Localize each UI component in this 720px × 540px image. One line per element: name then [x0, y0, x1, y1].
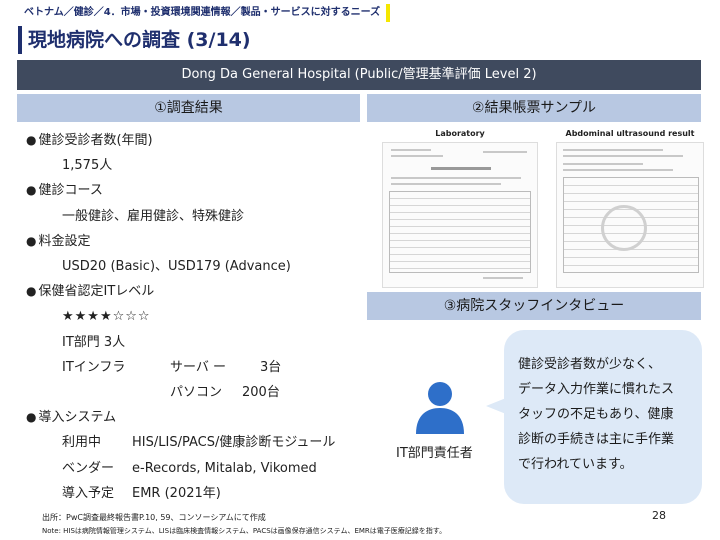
bullet-systems: ● 導入システム [26, 405, 366, 430]
infra-server-row: ITインフラ サーバ ー 3台 [26, 355, 366, 380]
page-number: 28 [652, 509, 666, 522]
patients-value: 1,575人 [62, 158, 113, 174]
quote-line: データ入力作業に慣れたス [518, 382, 675, 397]
systems-label: 導入システム [38, 410, 117, 426]
planned-value: EMR (2021年) [132, 485, 221, 501]
pc-value: 200台 [242, 385, 280, 401]
page-title: 現地病院への調査 (3/14) [28, 29, 251, 51]
patients-label: 健診受診者数(年間) [38, 133, 153, 148]
course-value: 一般健診、雇用健診、特殊健診 [62, 208, 245, 224]
lab-report-sample: Laboratory [382, 128, 538, 292]
bullet-course: ● 健診コース [26, 178, 366, 203]
bullet-price: ● 料金設定 [26, 229, 366, 254]
bullet-dot: ● [26, 233, 37, 248]
planned-row: 導入予定 EMR (2021年) [26, 481, 366, 506]
person-icon [416, 382, 464, 434]
it-level-label: 保健省認定ITレベル [38, 284, 155, 300]
planned-label: 導入予定 [62, 485, 115, 501]
section-header-interview: ③病院スタッフインタビュー [367, 292, 701, 320]
vendor-value: e-Records, Mitalab, Vikomed [132, 460, 317, 476]
source-note: 出所：PwC調査最終報告書P.10, 59、コンソーシアムにて作成 [42, 513, 266, 522]
section-header-results: ①調査結果 [17, 94, 360, 122]
section-header-samples: ②結果帳票サンプル [367, 94, 701, 122]
it-dept-staff: IT部門 3人 [62, 334, 126, 350]
infra-label: ITインフラ [62, 359, 126, 375]
quote-line: 診断の手続きは主に手作業 [518, 432, 675, 447]
server-value: 3台 [260, 359, 282, 375]
quote-line: タッフの不足もあり、健康 [518, 407, 674, 422]
vendor-label: ベンダー [62, 460, 115, 476]
abdominal-report-sample: Abdominal ultrasound result [556, 128, 704, 292]
server-label: サーバ ー [170, 359, 227, 375]
lab-report-image [382, 142, 538, 288]
bullet-dot: ● [26, 284, 37, 299]
bullet-dot: ● [26, 133, 37, 147]
bullet-dot: ● [26, 183, 37, 198]
in-use-label: 利用中 [62, 435, 102, 451]
quote-line: で行われています。 [518, 457, 633, 472]
course-label: 健診コース [38, 183, 103, 199]
person-label: IT部門責任者 [396, 446, 473, 461]
quote-line: 健診受診者数が少なく、 [518, 357, 662, 372]
infra-pc-row: パソコン 200台 [26, 380, 366, 405]
in-use-value: HIS/LIS/PACS/健康診断モジュール [132, 435, 336, 451]
price-value: USD20 (Basic)、USD179 (Advance) [62, 259, 291, 275]
in-use-row: 利用中 HIS/LIS/PACS/健康診断モジュール [26, 430, 366, 455]
lab-report-title: Laboratory [435, 129, 485, 138]
price-label: 料金設定 [38, 233, 91, 249]
hospital-banner: Dong Da General Hospital (Public/管理基準評価 … [17, 60, 701, 90]
footnote: Note: HISは病院情報管理システム、LISは臨床検査情報システム、PACS… [42, 527, 447, 535]
abdominal-report-image [556, 142, 704, 288]
speech-bubble-tail [486, 398, 506, 414]
speech-bubble: 健診受診者数が少なく、 データ入力作業に慣れたス タッフの不足もあり、健康 診断… [504, 330, 702, 504]
survey-results: ● 健診受診者数(年間) 1,575人 ● 健診コース 一般健診、雇用健診、特殊健診… [26, 128, 366, 506]
vendor-row: ベンダー e-Records, Mitalab, Vikomed [26, 456, 366, 481]
breadcrumb: ベトナム／健診／4．市場・投資環境関連情報／製品・サービスに対するニーズ [18, 4, 391, 22]
abdominal-report-title: Abdominal ultrasound result [565, 129, 695, 138]
title-accent-bar [18, 26, 22, 54]
bullet-patients: ● 健診受診者数(年間) [26, 128, 366, 153]
bullet-dot: ● [26, 410, 37, 425]
bullet-it-level: ● 保健省認定ITレベル [26, 279, 366, 304]
pc-label: パソコン [170, 385, 223, 401]
it-level-stars: ★★★★☆☆☆ [62, 309, 151, 325]
